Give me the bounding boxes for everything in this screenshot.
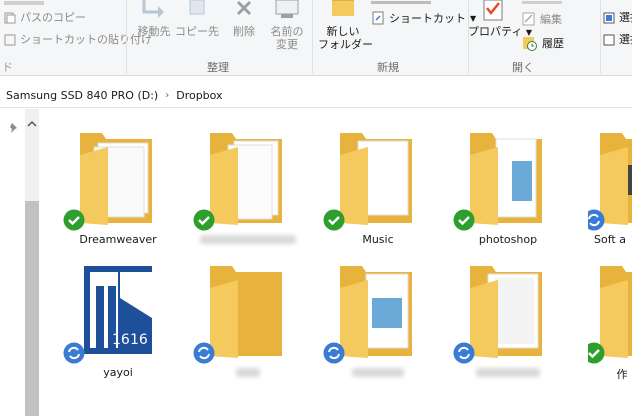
clipboard-cut-item[interactable] <box>4 0 64 6</box>
folder-label: yayoi <box>103 366 133 379</box>
sync-complete-icon <box>453 209 475 231</box>
navigation-pane <box>0 109 40 416</box>
svg-text:16: 16 <box>112 332 130 348</box>
copy-to-icon <box>189 0 205 15</box>
sync-in-progress-icon <box>323 342 345 364</box>
sync-complete-icon <box>323 209 345 231</box>
new-folder-button[interactable]: 新しい フォルダー <box>318 0 373 51</box>
sync-in-progress-icon <box>588 209 605 231</box>
folder-label: Music <box>362 233 394 246</box>
sync-complete-icon <box>588 342 605 364</box>
sync-in-progress-icon <box>453 342 475 364</box>
svg-text:16: 16 <box>130 332 148 348</box>
clipboard-group-label: ド <box>2 61 13 74</box>
copy-path-button[interactable]: パスのコピー <box>4 11 86 24</box>
group-divider <box>126 0 127 74</box>
chevron-right-icon: › <box>165 90 170 101</box>
folder-item-8[interactable] <box>323 258 428 388</box>
folder-item-soft[interactable]: Soft a <box>588 125 632 255</box>
delete-x-icon <box>236 0 252 16</box>
sync-in-progress-icon <box>193 342 215 364</box>
select-all-icon <box>603 12 615 23</box>
history-button[interactable]: 履歴 <box>522 35 564 51</box>
sync-complete-icon <box>63 209 85 231</box>
rename-button[interactable]: 名前の 変更 <box>266 0 308 51</box>
ribbon: パスのコピー ショートカットの貼り付け ド 移動先 コピー先 削除 名前の 変更… <box>0 0 632 76</box>
paste-shortcut-icon <box>4 34 16 45</box>
open-button[interactable] <box>522 0 562 4</box>
delete-button[interactable]: 削除 <box>226 0 262 38</box>
organize-group-label: 整理 <box>207 61 229 74</box>
breadcrumb-drive[interactable]: Samsung SSD 840 PRO (D:) <box>6 89 158 102</box>
obscured-label <box>352 368 404 377</box>
properties-button[interactable]: プロパティ ▼ <box>468 0 532 39</box>
sync-complete-icon <box>193 209 215 231</box>
folder-label: photoshop <box>478 233 538 246</box>
paste-shortcut-button[interactable]: ショートカットの貼り付け <box>4 33 152 46</box>
folder-item-9[interactable] <box>453 258 558 388</box>
edit-icon <box>522 12 535 26</box>
open-group-label: 開く <box>512 61 534 74</box>
group-divider <box>312 0 313 74</box>
history-icon <box>523 37 537 51</box>
shortcut-icon <box>372 11 384 25</box>
obscured-label <box>200 235 296 244</box>
move-to-icon <box>142 0 164 18</box>
new-item-button[interactable] <box>371 0 431 4</box>
copy-to-button[interactable]: コピー先 <box>175 0 219 38</box>
obscured-label <box>476 368 540 377</box>
sync-in-progress-icon <box>63 342 85 364</box>
new-folder-icon <box>332 0 354 16</box>
folder-item-photoshop[interactable]: photoshop <box>453 125 558 255</box>
folder-item-dreamweaver[interactable]: Dreamweaver <box>63 125 168 255</box>
move-to-button[interactable]: 移動先 <box>133 0 175 38</box>
select-all-button[interactable]: 選択 <box>603 11 632 24</box>
pin-icon[interactable] <box>8 121 20 133</box>
copy-path-icon <box>4 12 16 23</box>
folder-label: Dreamweaver <box>79 233 157 246</box>
folder-item-7[interactable] <box>193 258 298 388</box>
scroll-up-arrow-icon[interactable] <box>27 120 37 128</box>
group-divider <box>600 0 601 74</box>
folder-label: 作 <box>616 368 628 381</box>
properties-icon <box>483 0 503 21</box>
folder-item-yayoi[interactable]: 16 16 yayoi <box>63 258 168 388</box>
address-bar[interactable]: Samsung SSD 840 PRO (D:) › Dropbox <box>0 84 632 108</box>
edit-button[interactable]: 編集 <box>522 12 562 26</box>
folder-item-10[interactable]: 作 <box>588 258 632 388</box>
obscured-label <box>236 368 260 377</box>
select-none-icon <box>603 34 615 45</box>
new-group-label: 新規 <box>377 61 399 74</box>
folder-item-music[interactable]: Music <box>323 125 428 255</box>
shortcut-button[interactable]: ショートカット ▼ <box>371 11 476 25</box>
breadcrumb-folder[interactable]: Dropbox <box>176 89 222 102</box>
folder-item-2[interactable] <box>193 125 298 255</box>
folder-label: Soft a <box>594 233 626 246</box>
nav-scrollbar-thumb[interactable] <box>25 201 39 416</box>
rename-icon <box>275 0 299 18</box>
select-none-button[interactable]: 選択 <box>603 33 632 46</box>
